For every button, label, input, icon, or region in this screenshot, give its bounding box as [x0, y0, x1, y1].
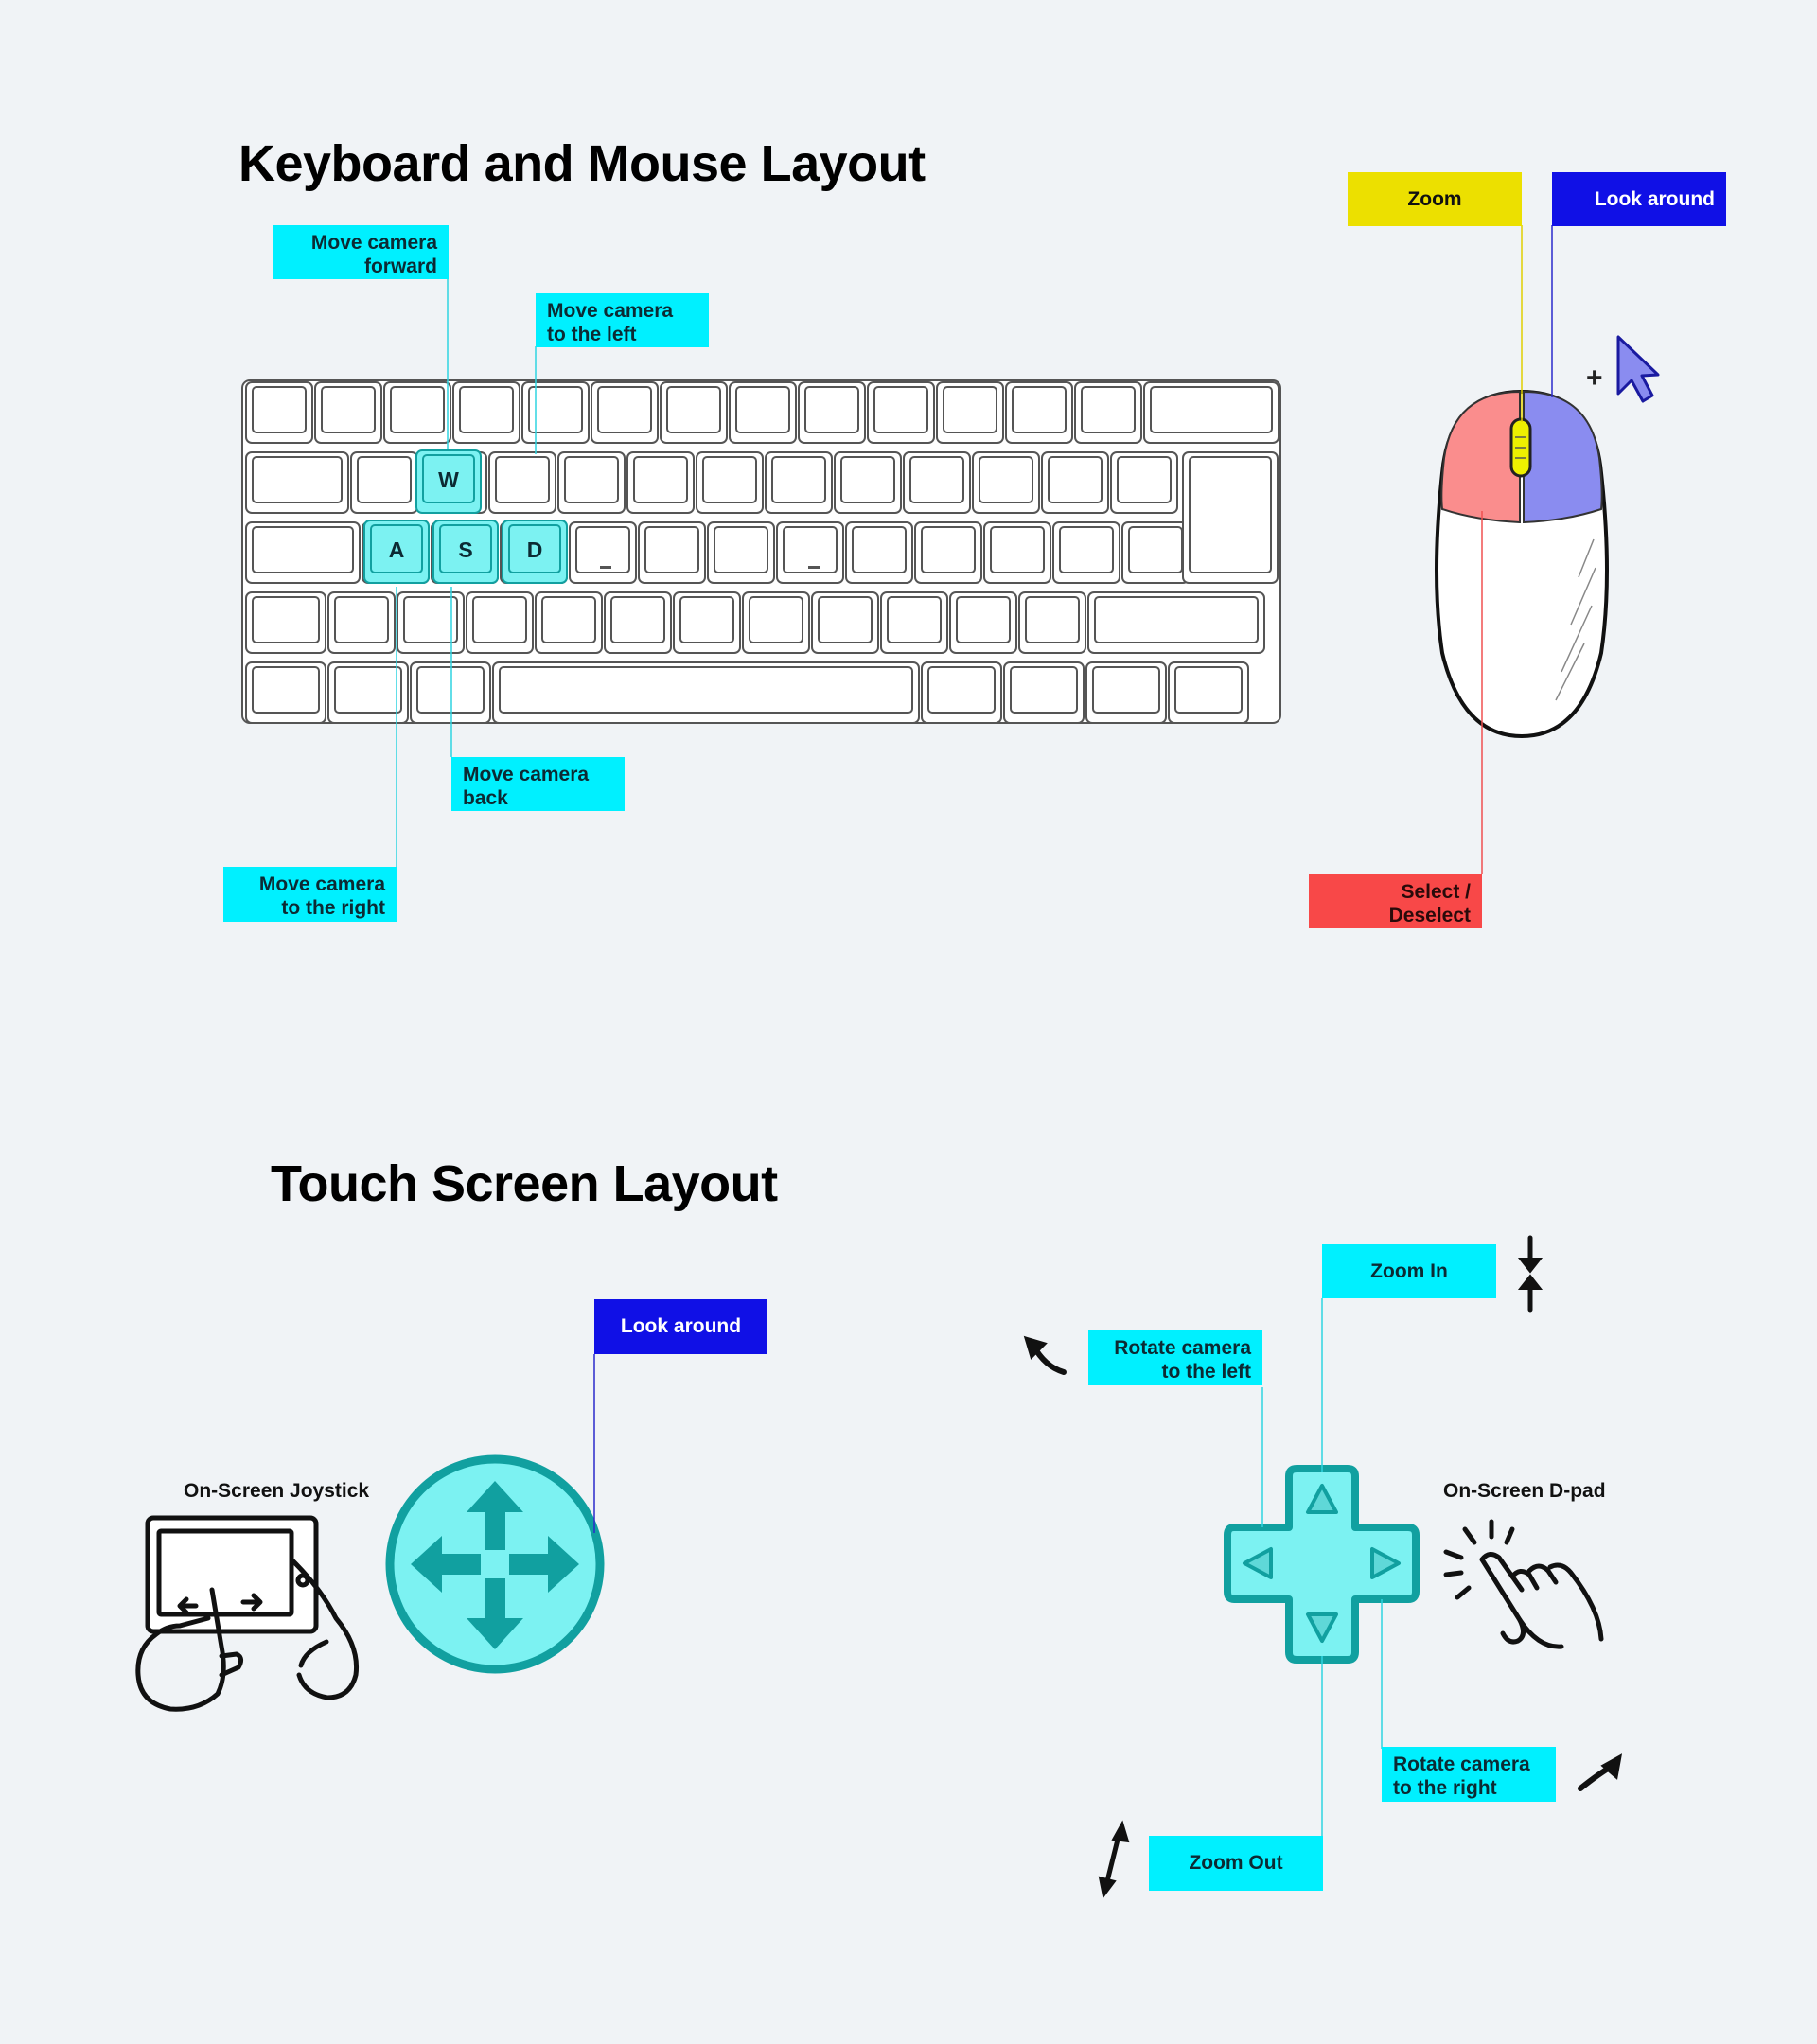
- keyboard-key: [834, 451, 902, 514]
- keyboard-key: [327, 591, 396, 654]
- dpad-icon: [1224, 1465, 1420, 1664]
- keyboard-key: [936, 381, 1004, 444]
- keyboard-key: [350, 451, 418, 514]
- callout-zoom-out: Zoom Out: [1149, 1836, 1323, 1891]
- keyboard-key: [903, 451, 971, 514]
- plus-sign: +: [1586, 362, 1603, 394]
- keyboard-key: [914, 521, 982, 584]
- mouse-left-button: [1440, 390, 1521, 524]
- key-s: S: [432, 520, 499, 584]
- keyboard-key: [557, 451, 626, 514]
- callout-look-around: Look around: [1552, 172, 1726, 226]
- key-bump: [808, 566, 820, 569]
- keyboard-key: [492, 661, 920, 724]
- keyboard-key: [245, 381, 313, 444]
- tablet-hands-icon: [135, 1515, 360, 1712]
- mouse-right-button: [1523, 390, 1603, 524]
- keyboard-key: [626, 451, 695, 514]
- keyboard-key: [245, 591, 326, 654]
- keyboard-key: [921, 661, 1002, 724]
- keyboard-key: [245, 521, 361, 584]
- key-bump: [600, 566, 611, 569]
- keyboard-key: [245, 451, 349, 514]
- keyboard-key: [983, 521, 1051, 584]
- keyboard-key: [1003, 661, 1085, 724]
- zoom-out-arrows-icon: [1098, 1820, 1130, 1899]
- keyboard-key: [1005, 381, 1073, 444]
- keyboard-key: [880, 591, 948, 654]
- dpad-caption: On-Screen D-pad: [1443, 1480, 1606, 1502]
- tap-gesture-icon: [1443, 1519, 1604, 1649]
- keyboard-key: [1121, 521, 1190, 584]
- illustration-layer: W A S D +: [135, 225, 1660, 1899]
- callout-move-left: Move camera to the left: [536, 293, 709, 347]
- key-d-label: D: [527, 537, 543, 562]
- keyboard-key: [1018, 591, 1086, 654]
- keyboard-key: [410, 661, 491, 724]
- keyboard-key: [569, 521, 637, 584]
- cursor-icon: [1616, 335, 1660, 403]
- keyboard-key: [742, 591, 810, 654]
- keyboard-key: [397, 591, 465, 654]
- callout-rotate-right: Rotate camera to the right: [1382, 1747, 1556, 1802]
- keyboard-key: [765, 451, 833, 514]
- key-a: A: [363, 520, 430, 584]
- keyboard-key: [1143, 381, 1279, 444]
- keyboard-key: [535, 591, 603, 654]
- callout-touch-look-around: Look around: [594, 1299, 767, 1354]
- keyboard-key: [729, 381, 797, 444]
- keyboard-key: [949, 591, 1017, 654]
- callout-select-deselect: Select / Deselect: [1309, 874, 1482, 928]
- keyboard-key: [1052, 521, 1120, 584]
- joystick-icon: [385, 1454, 605, 1674]
- keyboard-key: [521, 381, 590, 444]
- keyboard-key: [452, 381, 520, 444]
- keyboard-key: [638, 521, 706, 584]
- callout-rotate-left: Rotate camera to the left: [1088, 1330, 1262, 1385]
- zoom-in-arrows-icon: [1517, 1235, 1544, 1313]
- keyboard-key: [604, 591, 672, 654]
- keyboard-key: [245, 661, 326, 724]
- keyboard-key: [696, 451, 764, 514]
- keyboard-key: [707, 521, 775, 584]
- keyboard-key: [1041, 451, 1109, 514]
- keyboard-key: [845, 521, 913, 584]
- key-w-label: W: [438, 467, 459, 492]
- rotate-right-arrow-icon: [1578, 1753, 1623, 1791]
- keyboard-key: [591, 381, 659, 444]
- keyboard-key: [673, 591, 741, 654]
- callout-move-back: Move camera back: [451, 757, 625, 811]
- keyboard-key: [1074, 381, 1142, 444]
- key-d: D: [502, 520, 568, 584]
- rotate-left-arrow-icon: [1023, 1335, 1067, 1375]
- key-s-label: S: [458, 537, 472, 562]
- keyboard-key: [660, 381, 728, 444]
- callout-move-right: Move camera to the right: [223, 867, 397, 922]
- keyboard-key: [798, 381, 866, 444]
- mouse-illustration: [1435, 389, 1609, 739]
- key-a-label: A: [389, 537, 405, 562]
- keyboard-key: [1168, 661, 1249, 724]
- keyboard-key: [488, 451, 556, 514]
- callout-zoom: Zoom: [1348, 172, 1522, 226]
- keyboard-key: [383, 381, 451, 444]
- keyboard-key: [867, 381, 935, 444]
- callout-move-forward: Move camera forward: [273, 225, 449, 279]
- keyboard-key: [1110, 451, 1178, 514]
- joystick-caption: On-Screen Joystick: [184, 1480, 370, 1502]
- keyboard-key: [1182, 451, 1279, 584]
- keyboard-key: [466, 591, 534, 654]
- keyboard-key: [1085, 661, 1167, 724]
- keyboard-key: [811, 591, 879, 654]
- key-w: W: [415, 449, 482, 514]
- callout-zoom-in: Zoom In: [1322, 1244, 1496, 1298]
- keyboard-key: [776, 521, 844, 584]
- keyboard-key: [314, 381, 382, 444]
- keyboard-key: [1087, 591, 1265, 654]
- keyboard-key: [972, 451, 1040, 514]
